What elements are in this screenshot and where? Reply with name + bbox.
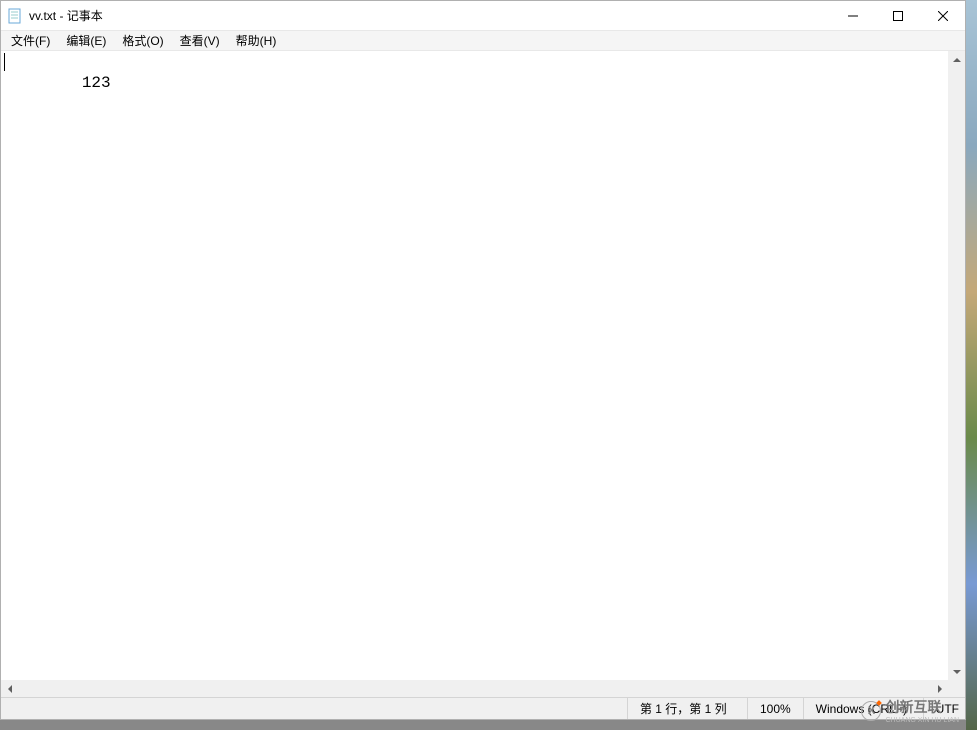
titlebar[interactable]: vv.txt - 记事本	[1, 1, 965, 31]
horizontal-scrollbar[interactable]	[1, 680, 948, 697]
desktop-background-sliver	[966, 0, 977, 730]
menu-help[interactable]: 帮助(H)	[228, 30, 285, 51]
watermark-text: 创新互联 CHUANG XIN HU LIAN	[885, 697, 959, 724]
scroll-left-button[interactable]	[1, 680, 18, 697]
text-editor[interactable]: 123	[1, 51, 948, 680]
statusbar: 第 1 行，第 1 列 100% Windows (CRLF) UTF	[1, 697, 965, 719]
notepad-window: vv.txt - 记事本 文件(F) 编辑(E) 格式(O) 查看(V) 帮助(…	[0, 0, 966, 720]
menu-edit[interactable]: 编辑(E)	[58, 30, 114, 51]
vertical-scrollbar[interactable]	[948, 51, 965, 680]
watermark-sub-text: CHUANG XIN HU LIAN	[885, 717, 959, 724]
scroll-right-button[interactable]	[931, 680, 948, 697]
scroll-down-button[interactable]	[948, 663, 965, 680]
content-area: 123 第 1 行，第 1 列	[1, 51, 965, 719]
menubar: 文件(F) 编辑(E) 格式(O) 查看(V) 帮助(H)	[1, 31, 965, 51]
menu-view[interactable]: 查看(V)	[172, 30, 228, 51]
watermark: X 创新互联 CHUANG XIN HU LIAN	[861, 697, 959, 724]
menu-file[interactable]: 文件(F)	[3, 30, 58, 51]
minimize-button[interactable]	[830, 1, 875, 30]
close-button[interactable]	[920, 1, 965, 30]
menu-format[interactable]: 格式(O)	[114, 30, 171, 51]
maximize-button[interactable]	[875, 1, 920, 30]
window-title: vv.txt - 记事本	[29, 7, 103, 24]
status-zoom: 100%	[747, 698, 803, 719]
watermark-logo-icon: X	[861, 701, 881, 721]
editor-content: 123	[82, 74, 111, 92]
notepad-icon	[7, 8, 23, 24]
text-cursor	[4, 53, 5, 71]
editor-container: 123	[1, 51, 965, 697]
status-cursor-position: 第 1 行，第 1 列	[627, 698, 747, 719]
scrollbar-corner	[948, 680, 965, 697]
watermark-main-text: 创新互联	[885, 697, 959, 717]
scroll-up-button[interactable]	[948, 51, 965, 68]
